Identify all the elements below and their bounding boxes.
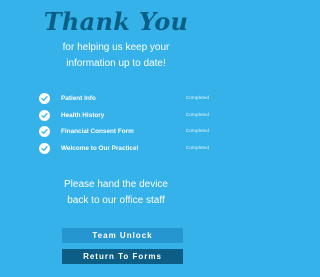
step-label: Welcome to Our Practice! [61, 145, 139, 153]
check-circle-icon [39, 126, 50, 138]
step-label: Patient Info [61, 95, 96, 102]
check-circle-icon [39, 143, 50, 155]
step-status: Completed [185, 112, 209, 118]
step-status: Completed [185, 96, 209, 101]
instruction-line: Please hand the device [64, 179, 168, 190]
page-title: Thank You [43, 7, 189, 36]
step-status: Completed [185, 146, 209, 152]
check-circle-icon [39, 109, 50, 121]
step-status: Completed [185, 129, 209, 135]
subtitle-line: information up to date! [66, 58, 166, 69]
handoff-instruction: Please hand the device back to our offic… [0, 177, 232, 209]
step-financial-consent: Financial Consent Form Completed [39, 125, 209, 142]
subtitle: for helping us keep your information up … [0, 40, 232, 72]
top-edge-text-cropped: ~~~ [0, 0, 232, 1]
team-unlock-button[interactable]: Team Unlock [62, 228, 183, 243]
instruction-line: back to our office staff [67, 195, 165, 206]
completed-steps-list: Patient Info Completed Health History Co… [39, 92, 209, 159]
step-label: Health History [61, 111, 105, 119]
check-circle-icon [39, 93, 50, 104]
step-welcome: Welcome to Our Practice! Completed [39, 142, 209, 159]
return-to-forms-button[interactable]: Return To Forms [62, 249, 183, 264]
step-health-history: Health History Completed [39, 109, 209, 126]
subtitle-line: for helping us keep your [62, 42, 170, 53]
step-patient-info: Patient Info Completed [39, 92, 209, 109]
step-label: Financial Consent Form [61, 128, 134, 136]
